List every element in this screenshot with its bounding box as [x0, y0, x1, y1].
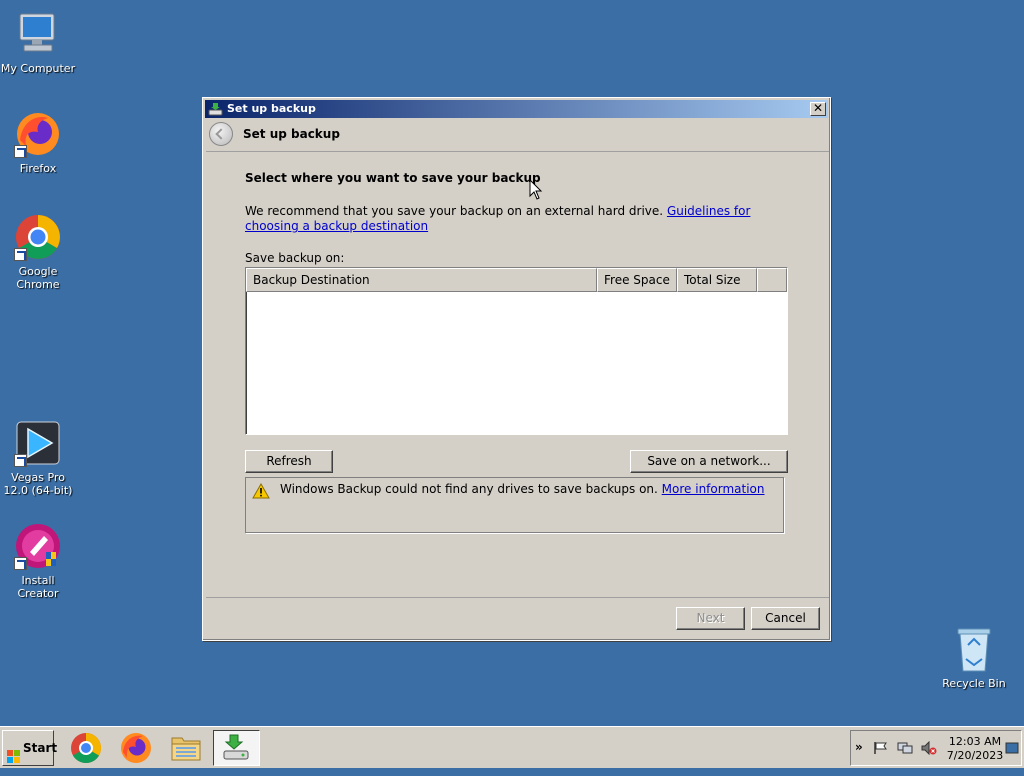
show-desktop-icon[interactable]: [1005, 741, 1019, 758]
cancel-button[interactable]: Cancel: [751, 607, 820, 630]
backup-destination-list[interactable]: Backup Destination Free Space Total Size: [245, 267, 788, 435]
windows-flag-icon: [7, 742, 20, 763]
chrome-icon: [14, 213, 62, 261]
desktop-icon-label: Firefox: [19, 162, 57, 175]
desktop-icon-label: Google Chrome: [16, 265, 60, 291]
start-label: Start: [23, 741, 58, 755]
column-header-backup-destination[interactable]: Backup Destination: [246, 268, 597, 292]
taskbar-chrome-icon[interactable]: [64, 730, 108, 766]
warning-icon: [252, 482, 270, 499]
column-header-total-size[interactable]: Total Size: [677, 268, 757, 292]
taskbar-file-explorer-icon[interactable]: [164, 730, 208, 766]
desktop-icon-my-computer[interactable]: My Computer: [0, 10, 76, 75]
wizard-title: Set up backup: [243, 127, 340, 141]
column-header-blank[interactable]: [757, 268, 787, 292]
desktop-icon-chrome[interactable]: Google Chrome: [0, 213, 76, 291]
taskbar-firefox-icon[interactable]: [114, 730, 158, 766]
list-header: Backup Destination Free Space Total Size: [246, 268, 787, 292]
page-heading: Select where you want to save your backu…: [245, 171, 541, 185]
save-backup-on-label: Save backup on:: [245, 251, 345, 265]
refresh-button[interactable]: Refresh: [245, 450, 333, 473]
recycle-bin-icon: [950, 625, 998, 673]
close-button[interactable]: ✕: [810, 102, 826, 116]
vegas-icon: [14, 419, 62, 467]
computer-icon: [14, 10, 62, 58]
more-information-link[interactable]: More information: [662, 482, 765, 496]
wizard-header: Set up backup: [205, 119, 828, 151]
warning-message: Windows Backup could not find any drives…: [280, 482, 765, 496]
show-hidden-icons-chevron-icon[interactable]: »: [855, 740, 863, 754]
taskbar-backup-icon[interactable]: [213, 730, 260, 766]
window-title: Set up backup: [227, 102, 316, 115]
shortcut-arrow-icon: [14, 248, 27, 261]
desktop-icon-label: Recycle Bin: [942, 677, 1006, 690]
clock-date: 7/20/2023: [946, 749, 1004, 762]
clock-time: 12:03 AM: [948, 735, 1002, 748]
warning-text: Windows Backup could not find any drives…: [280, 482, 658, 496]
shortcut-arrow-icon: [14, 145, 27, 158]
column-header-free-space[interactable]: Free Space: [597, 268, 677, 292]
network-icon[interactable]: [897, 741, 913, 758]
desktop-icon-vegas[interactable]: Vegas Pro 12.0 (64-bit): [0, 419, 76, 497]
desktop-icon-label: Install Creator: [17, 574, 59, 600]
backup-icon: [208, 102, 223, 116]
back-arrow-icon[interactable]: [209, 122, 233, 146]
clock[interactable]: 12:03 AM 7/20/2023: [945, 735, 1005, 763]
action-center-flag-icon[interactable]: [873, 741, 889, 758]
warning-box: Windows Backup could not find any drives…: [245, 477, 784, 533]
title-bar[interactable]: Set up backup ✕: [205, 100, 828, 118]
system-tray: » 12:03 AM 7/20/2023: [850, 730, 1022, 766]
desktop-icon-recycle-bin[interactable]: Recycle Bin: [936, 625, 1012, 690]
wizard-content: Select where you want to save your backu…: [206, 151, 829, 598]
save-on-network-button[interactable]: Save on a network...: [630, 450, 788, 473]
shortcut-arrow-icon: [14, 557, 27, 570]
shortcut-arrow-icon: [14, 454, 27, 467]
desktop-icon-install-creator[interactable]: Install Creator: [0, 522, 76, 600]
firefox-icon: [14, 110, 62, 158]
mouse-cursor-icon: [529, 179, 543, 200]
recommendation-text: We recommend that you save your backup o…: [245, 204, 795, 234]
desktop-icon-label: Vegas Pro 12.0 (64-bit): [3, 471, 73, 497]
next-button[interactable]: Next: [676, 607, 745, 630]
desktop-icon-label: My Computer: [0, 62, 76, 75]
setup-backup-window: Set up backup ✕ Set up backup Select whe…: [202, 97, 831, 641]
taskbar: Start » 12:03 AM 7/20/2023: [0, 726, 1024, 768]
install-creator-icon: [14, 522, 62, 570]
volume-muted-icon[interactable]: [921, 740, 937, 758]
recommendation-sentence: We recommend that you save your backup o…: [245, 204, 664, 218]
start-button[interactable]: Start: [2, 730, 58, 766]
desktop-icon-firefox[interactable]: Firefox: [0, 110, 76, 175]
